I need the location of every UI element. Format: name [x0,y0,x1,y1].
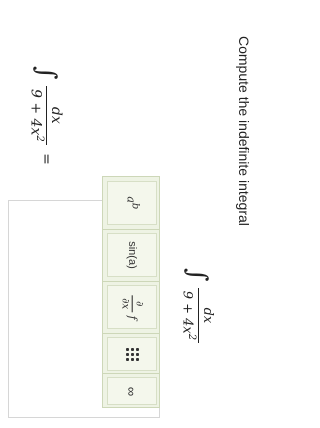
denominator-exponent: 2 [186,333,197,341]
derivative-numerator: ∂ [133,300,145,306]
matrix-button[interactable] [107,337,157,371]
grid-icon [125,347,139,361]
answer-denominator-exponent: 2 [34,135,45,142]
toolbar-separator [103,333,159,334]
integral-symbol: ∫ [30,66,61,80]
toolbar-separator [103,229,159,230]
answer-integral-label: ∫ dx 9 + 4x2 = [27,66,64,165]
integral-symbol: ∫ [182,268,213,282]
infinity-button[interactable]: ∞ [107,377,157,405]
answer-fraction-denominator: 9 + 4x2 [27,86,47,145]
derivative-label: ∂ ∂x f [119,294,145,320]
answer-fraction: dx 9 + 4x2 [27,86,64,145]
power-button[interactable]: ab [107,181,157,225]
derivative-fraction: ∂ ∂x [119,294,145,312]
toolbar-separator [103,281,159,282]
sin-label: sin(a) [126,241,138,269]
sin-button[interactable]: sin(a) [107,233,157,277]
derivative-f: f [125,315,139,320]
derivative-denominator: ∂x [119,294,133,312]
fraction-denominator: 9 + 4x2 [179,287,199,344]
math-toolbar: ab sin(a) ∂ ∂x f ∞ [102,176,160,408]
answer-denominator-base: 9 + 4x [27,89,44,136]
equals-sign: = [37,153,54,165]
sin-text: sin(a) [125,241,138,269]
answer-fraction-numerator: dx [48,106,64,124]
prompt-text: Compute the indefinite integral [236,36,252,226]
integral-display: ∫ dx 9 + 4x2 [179,268,215,344]
power-label: ab [124,197,140,210]
power-exponent: b [128,203,140,210]
fraction-numerator: dx [200,307,215,324]
denominator-base: 9 + 4x [179,290,195,334]
toolbar-separator [103,373,159,374]
derivative-button[interactable]: ∂ ∂x f [107,285,157,329]
integral-fraction: dx 9 + 4x2 [179,287,215,344]
infinity-icon: ∞ [124,386,140,396]
